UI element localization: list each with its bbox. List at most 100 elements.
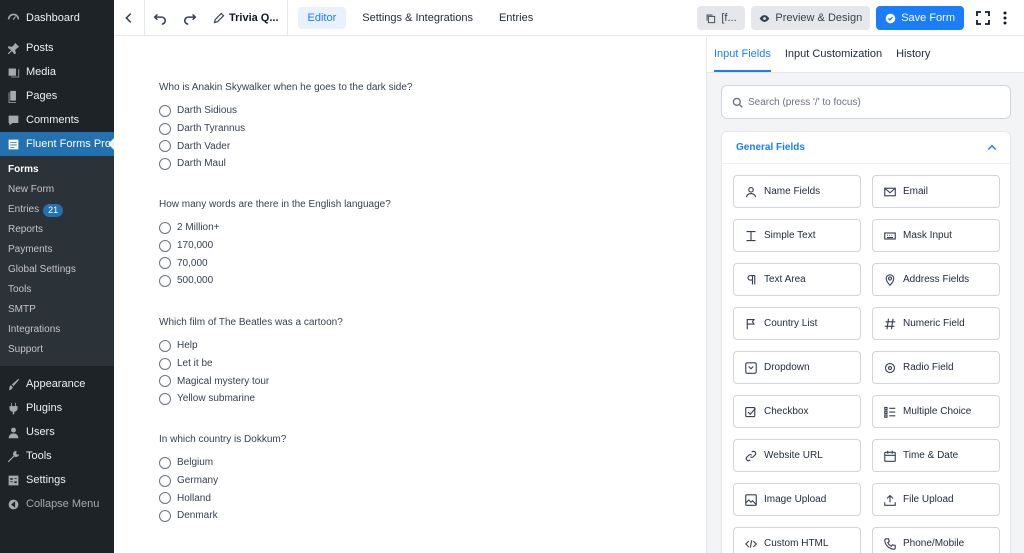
menu-media[interactable]: Media: [0, 60, 114, 84]
undo-button[interactable]: [145, 0, 175, 36]
shortcode-copy-button[interactable]: [f...: [697, 6, 746, 30]
radio-option[interactable]: 500,000: [159, 272, 391, 290]
tab-history[interactable]: History: [896, 37, 930, 72]
menu-plugins[interactable]: Plugins: [0, 396, 114, 420]
submenu-reports[interactable]: Reports: [0, 220, 114, 240]
field-email[interactable]: Email: [872, 175, 1000, 208]
tab-input-customization[interactable]: Input Customization: [785, 37, 882, 72]
field-name-fields[interactable]: Name Fields: [733, 175, 861, 208]
field-multiple-choice[interactable]: Multiple Choice: [872, 395, 1000, 428]
flag-icon: [744, 317, 757, 330]
menu-comments[interactable]: Comments: [0, 108, 114, 132]
chevron-up-icon: [987, 144, 997, 150]
radio-circle[interactable]: [159, 456, 171, 469]
radio-option[interactable]: Germany: [159, 472, 286, 490]
radio-option[interactable]: Darth Maul: [159, 155, 412, 173]
redo-button[interactable]: [175, 0, 205, 36]
radio-circle[interactable]: [159, 257, 171, 270]
radio-circle[interactable]: [159, 221, 171, 234]
radio-option[interactable]: Holland: [159, 489, 286, 507]
user-icon: [744, 185, 757, 198]
radio-circle[interactable]: [159, 357, 171, 370]
radio-option[interactable]: 2 Million+: [159, 219, 391, 237]
field-numeric-field[interactable]: Numeric Field: [872, 307, 1000, 340]
radio-option[interactable]: Denmark: [159, 507, 286, 525]
submenu-payments[interactable]: Payments: [0, 240, 114, 260]
menu-pages[interactable]: Pages: [0, 84, 114, 108]
menu-settings[interactable]: Settings: [0, 468, 114, 492]
submenu-smtp[interactable]: SMTP: [0, 300, 114, 320]
submenu-integrations[interactable]: Integrations: [0, 320, 114, 340]
collapse-menu-button[interactable]: Collapse Menu: [0, 492, 114, 516]
menu-fluent-forms[interactable]: Fluent Forms Pro: [0, 132, 114, 156]
question-block[interactable]: How many words are there in the English …: [159, 199, 391, 290]
field-image-upload[interactable]: Image Upload: [733, 483, 861, 516]
back-button[interactable]: [114, 0, 144, 36]
radio-option[interactable]: Yellow submarine: [159, 390, 343, 408]
radio-circle[interactable]: [159, 104, 171, 117]
search-input[interactable]: [748, 96, 988, 108]
media-icon: [6, 65, 20, 79]
radio-option[interactable]: Belgium: [159, 454, 286, 472]
more-options-button[interactable]: [994, 6, 1016, 30]
submenu-tools[interactable]: Tools: [0, 280, 114, 300]
menu-posts[interactable]: Posts: [0, 36, 114, 60]
tab-editor[interactable]: Editor: [297, 6, 347, 29]
field-label: Address Fields: [903, 274, 970, 285]
form-title[interactable]: Trivia Q...: [205, 12, 287, 24]
radio-circle[interactable]: [159, 375, 171, 388]
radio-option[interactable]: Let it be: [159, 355, 343, 373]
field-time-date[interactable]: Time & Date: [872, 439, 1000, 472]
radio-option[interactable]: 70,000: [159, 254, 391, 272]
question-block[interactable]: Who is Anakin Skywalker when he goes to …: [159, 82, 412, 173]
submenu-entries[interactable]: Entries 21: [0, 200, 114, 220]
radio-option[interactable]: 170,000: [159, 237, 391, 255]
field-website-url[interactable]: Website URL: [733, 439, 861, 472]
radio-circle[interactable]: [159, 339, 171, 352]
radio-circle[interactable]: [159, 140, 171, 153]
question-block[interactable]: Which film of The Beatles was a cartoon?…: [159, 317, 343, 408]
field-label: Country List: [764, 318, 818, 329]
radio-option[interactable]: Magical mystery tour: [159, 372, 343, 390]
field-file-upload[interactable]: File Upload: [872, 483, 1000, 516]
tab-entries[interactable]: Entries: [489, 7, 543, 29]
submenu-new-form[interactable]: New Form: [0, 180, 114, 200]
field-address-fields[interactable]: Address Fields: [872, 263, 1000, 296]
field-checkbox[interactable]: Checkbox: [733, 395, 861, 428]
submenu-support[interactable]: Support: [0, 340, 114, 360]
question-block[interactable]: In which country is Dokkum? Belgium Germ…: [159, 434, 286, 525]
field-text-area[interactable]: Text Area: [733, 263, 861, 296]
radio-circle[interactable]: [159, 122, 171, 135]
radio-option[interactable]: Help: [159, 337, 343, 355]
radio-option[interactable]: Darth Vader: [159, 137, 412, 155]
tab-settings-integrations[interactable]: Settings & Integrations: [352, 7, 483, 29]
preview-design-button[interactable]: Preview & Design: [751, 6, 871, 30]
submenu-forms[interactable]: Forms: [0, 160, 114, 180]
field-custom-html[interactable]: Custom HTML: [733, 527, 861, 553]
radio-circle[interactable]: [159, 239, 171, 252]
field-mask-input[interactable]: Mask Input: [872, 219, 1000, 252]
tab-input-fields[interactable]: Input Fields: [714, 37, 771, 72]
field-dropdown[interactable]: Dropdown: [733, 351, 861, 384]
field-simple-text[interactable]: Simple Text: [733, 219, 861, 252]
submenu-global-settings[interactable]: Global Settings: [0, 260, 114, 280]
radio-circle[interactable]: [159, 492, 171, 505]
field-country-list[interactable]: Country List: [733, 307, 861, 340]
field-phone-mobile[interactable]: Phone/Mobile: [872, 527, 1000, 553]
field-radio-field[interactable]: Radio Field: [872, 351, 1000, 384]
field-search[interactable]: [721, 85, 1011, 119]
radio-circle[interactable]: [159, 474, 171, 487]
general-fields-header[interactable]: General Fields: [722, 132, 1010, 164]
radio-circle[interactable]: [159, 274, 171, 287]
menu-tools[interactable]: Tools: [0, 444, 114, 468]
save-form-button[interactable]: Save Form: [876, 6, 964, 30]
menu-appearance[interactable]: Appearance: [0, 372, 114, 396]
menu-dashboard[interactable]: Dashboard: [0, 6, 114, 30]
radio-circle[interactable]: [159, 509, 171, 522]
radio-option[interactable]: Darth Sidious: [159, 102, 412, 120]
radio-circle[interactable]: [159, 157, 171, 170]
menu-users[interactable]: Users: [0, 420, 114, 444]
radio-option[interactable]: Darth Tyrannus: [159, 120, 412, 138]
fullscreen-button[interactable]: [972, 6, 994, 30]
radio-circle[interactable]: [159, 392, 171, 405]
